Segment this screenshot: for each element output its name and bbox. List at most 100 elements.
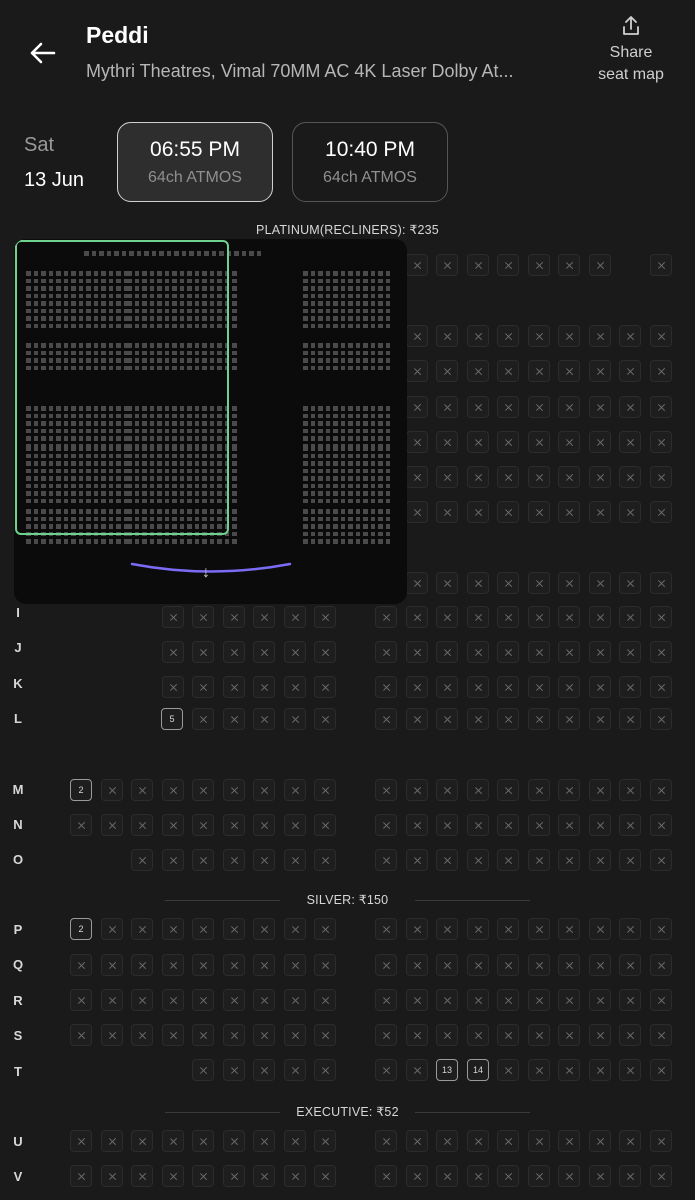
seat-sold [497, 989, 519, 1011]
seat-sold [436, 254, 458, 276]
minimap-seat [41, 539, 46, 544]
minimap-seat [303, 358, 308, 363]
minimap-seat [325, 461, 330, 466]
seat-sold [588, 325, 611, 347]
minimap-seat [348, 421, 353, 426]
seat-sold [436, 431, 458, 453]
minimap-seat [363, 446, 368, 451]
share-icon [623, 16, 639, 35]
minimap-seat [303, 498, 308, 503]
seat-sold [466, 989, 489, 1011]
minimap-seat [318, 524, 323, 529]
minimap-seat [310, 278, 315, 283]
minimap-seat [385, 343, 390, 348]
showtime-1[interactable]: 06:55 PM 64ch ATMOS [117, 122, 273, 202]
minimap-seat [232, 491, 237, 496]
seat-sold [192, 676, 214, 698]
minimap-viewport[interactable] [15, 240, 229, 535]
minimap-seat [348, 316, 353, 321]
minimap-seat [232, 271, 237, 276]
seat-sold [649, 814, 672, 836]
minimap-seat [318, 286, 323, 291]
seat-sold [405, 779, 428, 801]
minimap-seat [363, 271, 368, 276]
seat-sold [70, 814, 92, 836]
seat-sold [619, 779, 641, 801]
seat-available[interactable]: 5 [161, 708, 183, 730]
minimap-seat [325, 343, 330, 348]
minimap-seat [303, 323, 308, 328]
seat-sold [497, 396, 519, 418]
seat-sold [558, 1130, 580, 1152]
seat-available[interactable]: 2 [70, 918, 92, 940]
minimap-seat [385, 278, 390, 283]
seat-sold [436, 1165, 458, 1187]
seat-sold [497, 360, 519, 382]
minimap-seat [340, 461, 345, 466]
minimap-seat [348, 278, 353, 283]
seat-sold [222, 1024, 245, 1046]
seat-sold [558, 360, 580, 382]
minimap-seat [378, 286, 383, 291]
seat-sold [314, 1024, 336, 1046]
share-seat-map-button[interactable]: Share seat map [586, 14, 676, 86]
seat-sold [314, 849, 336, 871]
arrow-left-icon[interactable] [26, 36, 60, 70]
seat-available[interactable]: 13 [436, 1059, 458, 1081]
seat-sold [619, 641, 641, 663]
minimap-seat [370, 509, 375, 514]
seat-sold [649, 501, 672, 523]
seat-sold [558, 954, 580, 976]
minimap-seat [385, 286, 390, 291]
minimap-seat [318, 531, 323, 536]
seat-minimap[interactable]: ↓ [14, 239, 407, 604]
seat-sold [375, 918, 397, 940]
minimap-seat [348, 539, 353, 544]
seat-sold [466, 641, 489, 663]
seat-sold [649, 849, 672, 871]
minimap-seat [385, 436, 390, 441]
seat-sold [253, 989, 275, 1011]
minimap-seat [370, 539, 375, 544]
seat-sold [405, 676, 428, 698]
theatre-name: Mythri Theatres, Vimal 70MM AC 4K Laser … [86, 61, 514, 81]
seat-sold [558, 501, 580, 523]
minimap-seat [348, 446, 353, 451]
minimap-seat [348, 350, 353, 355]
row-label-q: Q [12, 957, 24, 972]
minimap-seat [232, 316, 237, 321]
minimap-seat [333, 271, 338, 276]
seat-available[interactable]: 2 [70, 779, 92, 801]
seat-sold [497, 954, 519, 976]
minimap-seat [232, 406, 237, 411]
minimap-seat [333, 308, 338, 313]
minimap-seat [325, 491, 330, 496]
minimap-seat [355, 498, 360, 503]
seat-sold [619, 918, 641, 940]
seat-sold [649, 989, 672, 1011]
seat-sold [558, 989, 580, 1011]
seat-sold [131, 954, 153, 976]
seat-sold [588, 708, 611, 730]
minimap-seat [310, 509, 315, 514]
minimap-seat [378, 271, 383, 276]
minimap-seat [363, 461, 368, 466]
minimap-seat [325, 509, 330, 514]
minimap-seat [363, 406, 368, 411]
minimap-seat [370, 428, 375, 433]
seat-sold [466, 918, 489, 940]
row-label-l: L [14, 711, 22, 726]
seat-sold [466, 814, 489, 836]
section-silver: SILVER: ₹150 [0, 892, 695, 907]
minimap-seat [318, 436, 323, 441]
seat-sold [466, 1165, 489, 1187]
seat-sold [375, 779, 397, 801]
minimap-seat [310, 301, 315, 306]
seat-sold [222, 849, 245, 871]
showtime-2[interactable]: 10:40 PM 64ch ATMOS [292, 122, 448, 202]
seat-sold [649, 254, 672, 276]
seat-available[interactable]: 14 [467, 1059, 489, 1081]
seat-sold [588, 989, 611, 1011]
minimap-seat [303, 406, 308, 411]
minimap-seat [340, 498, 345, 503]
